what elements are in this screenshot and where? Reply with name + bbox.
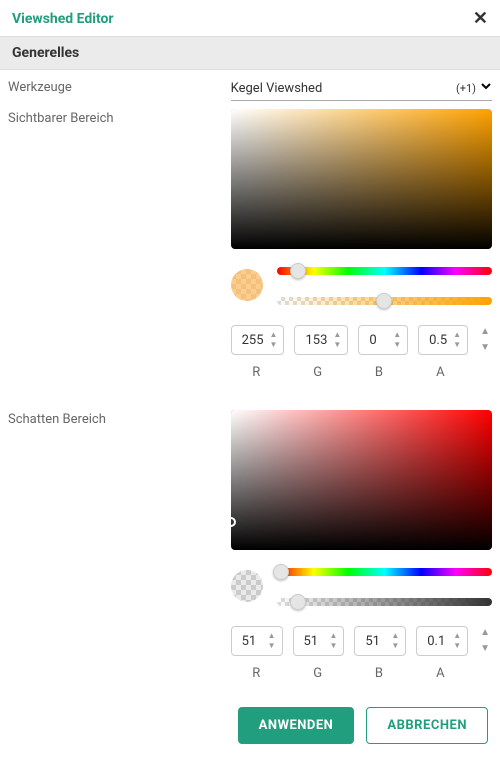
- label-g: G: [292, 365, 343, 380]
- shadow-hue-knob[interactable]: [273, 564, 289, 580]
- label-b: B: [353, 666, 404, 681]
- mode-stepper[interactable]: ▲▼: [480, 327, 490, 353]
- visible-r-input[interactable]: 255 ▲▼: [231, 325, 285, 355]
- stepper-icon[interactable]: ▲▼: [268, 632, 276, 650]
- tools-value: Kegel Viewshed: [231, 81, 323, 96]
- shadow-r-input[interactable]: 51 ▲▼: [231, 626, 283, 656]
- mode-stepper[interactable]: ▲▼: [480, 628, 490, 654]
- visible-g-input[interactable]: 153 ▲▼: [294, 325, 348, 355]
- visible-rgba-row: 255 ▲▼ 153 ▲▼ 0 ▲▼ 0.5 ▲▼ ▲▼: [231, 325, 492, 355]
- apply-button[interactable]: Anwenden: [238, 707, 355, 744]
- visible-rgba-labels: R G B A: [231, 365, 466, 380]
- tools-select[interactable]: Kegel Viewshed (+1): [231, 78, 492, 101]
- stepper-icon[interactable]: ▲▼: [453, 632, 461, 650]
- label-a: A: [415, 666, 466, 681]
- stepper-icon[interactable]: ▲▼: [329, 632, 337, 650]
- stepper-icon[interactable]: ▲▼: [333, 331, 341, 349]
- stepper-icon[interactable]: ▲▼: [391, 632, 399, 650]
- visible-color-row: Sichtbarer Bereich: [0, 101, 500, 380]
- chevron-down-icon: [480, 80, 492, 92]
- shadow-g-input[interactable]: 51 ▲▼: [293, 626, 345, 656]
- shadow-hue-slider[interactable]: [277, 568, 492, 576]
- visible-satval-panel[interactable]: [231, 109, 492, 249]
- visible-hue-knob[interactable]: [290, 263, 306, 279]
- editor-title: Viewshed Editor: [12, 11, 114, 27]
- label-r: R: [231, 365, 282, 380]
- stepper-icon[interactable]: ▲▼: [393, 331, 401, 349]
- cancel-button[interactable]: Abbrechen: [366, 707, 488, 744]
- shadow-label: Schatten Bereich: [8, 410, 231, 681]
- visible-swatch: [231, 269, 263, 301]
- visible-alpha-knob[interactable]: [376, 293, 392, 309]
- tools-label: Werkzeuge: [8, 78, 231, 95]
- close-icon[interactable]: ✕: [473, 10, 488, 28]
- shadow-rgba-row: 51 ▲▼ 51 ▲▼ 51 ▲▼ 0.1 ▲▼ ▲▼: [231, 626, 492, 656]
- label-r: R: [231, 666, 282, 681]
- button-row: Anwenden Abbrechen: [0, 691, 500, 760]
- stepper-icon[interactable]: ▲▼: [453, 331, 461, 349]
- shadow-alpha-slider[interactable]: [277, 598, 492, 606]
- visible-controls: [231, 265, 492, 305]
- tools-row: Werkzeuge Kegel Viewshed (+1): [0, 70, 500, 101]
- shadow-b-input[interactable]: 51 ▲▼: [354, 626, 406, 656]
- shadow-alpha-knob[interactable]: [290, 594, 306, 610]
- label-g: G: [292, 666, 343, 681]
- tools-count: (+1): [456, 82, 480, 95]
- section-general: Generelles: [0, 36, 500, 70]
- editor-header: Viewshed Editor ✕: [0, 0, 500, 36]
- shadow-color-row: Schatten Bereich: [0, 402, 500, 681]
- label-b: B: [353, 365, 404, 380]
- shadow-rgba-labels: R G B A: [231, 666, 466, 681]
- shadow-swatch: [231, 570, 263, 602]
- label-a: A: [415, 365, 466, 380]
- visible-a-input[interactable]: 0.5 ▲▼: [418, 325, 468, 355]
- visible-hue-slider[interactable]: [277, 267, 492, 275]
- visible-label: Sichtbarer Bereich: [8, 109, 231, 380]
- stepper-icon[interactable]: ▲▼: [270, 331, 278, 349]
- visible-alpha-slider[interactable]: [277, 297, 492, 305]
- visible-b-input[interactable]: 0 ▲▼: [358, 325, 408, 355]
- shadow-satval-panel[interactable]: [231, 410, 492, 550]
- shadow-a-input[interactable]: 0.1 ▲▼: [416, 626, 468, 656]
- shadow-controls: [231, 566, 492, 606]
